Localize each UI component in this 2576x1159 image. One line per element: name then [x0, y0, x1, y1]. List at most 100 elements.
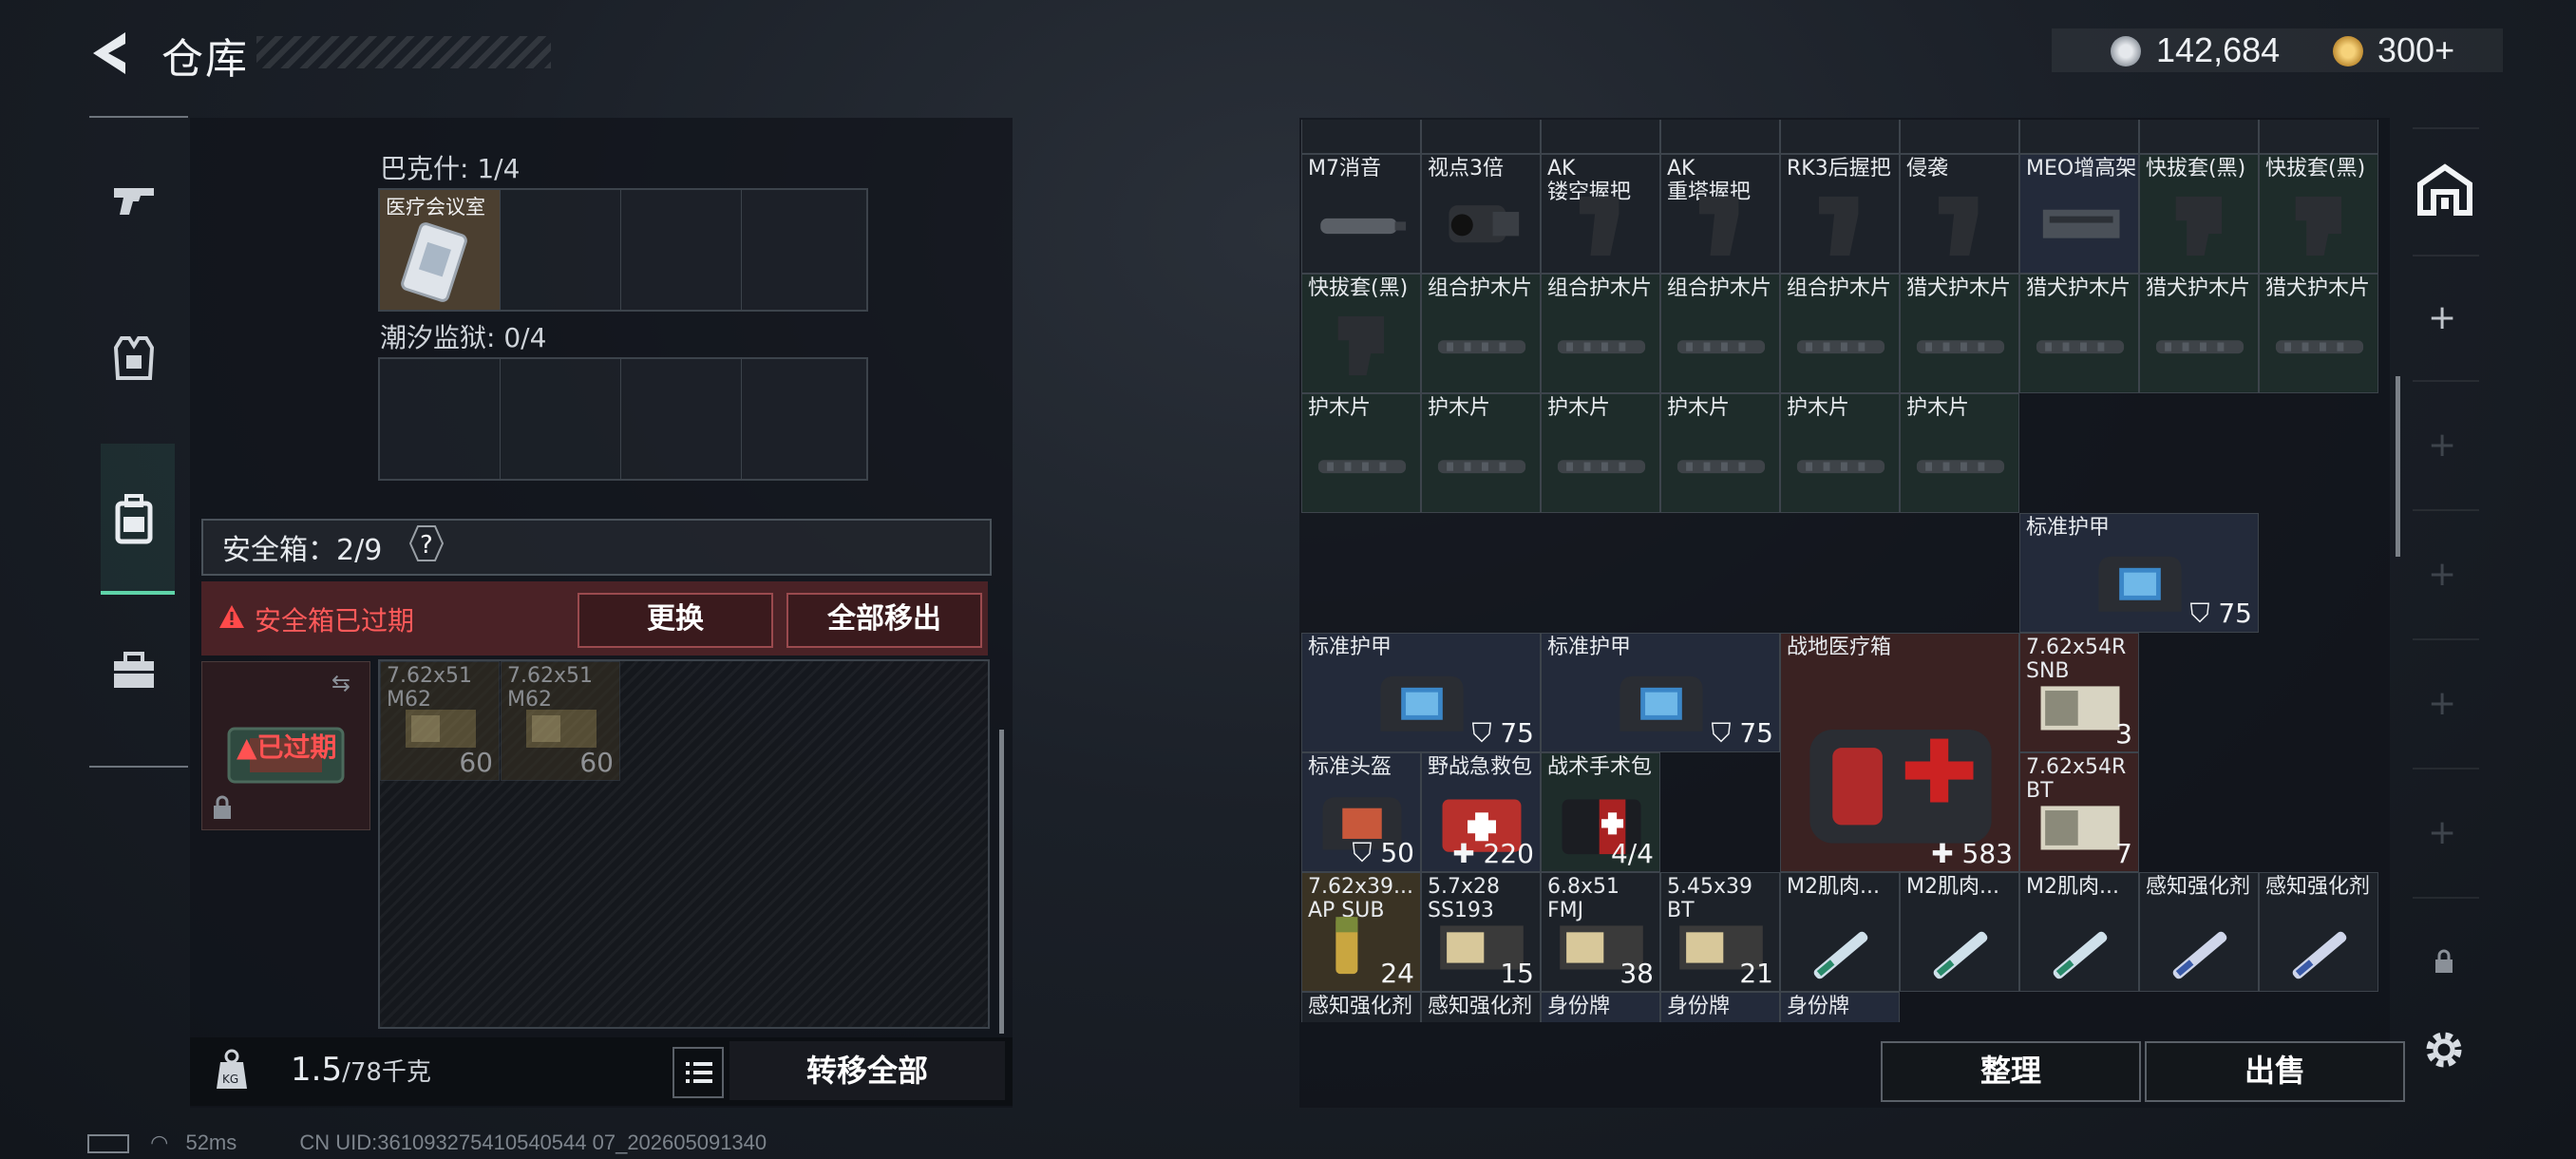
empty-slot[interactable] [742, 190, 862, 310]
inventory-item[interactable]: 身份牌 [1780, 992, 1900, 1022]
scrollbar[interactable] [999, 730, 1004, 1034]
inventory-item[interactable]: 战术手术包 4/4 [1541, 752, 1660, 872]
inventory-item[interactable]: 7.62x54R SNB 3 [2019, 633, 2139, 752]
inventory-item[interactable]: 护木片 [1301, 393, 1421, 513]
inventory-item[interactable]: M2肌肉... [1900, 872, 2019, 992]
item-name: MEO增高架 [2026, 157, 2137, 180]
tab-equipment[interactable] [91, 285, 177, 428]
inventory-item[interactable]: 标准护甲 ⛉ 75 [1541, 633, 1780, 752]
safebox-item[interactable]: ▲已过期 ⇆ [201, 661, 370, 830]
safebox-capacity: 安全箱：2/9 [222, 534, 383, 567]
tab-container[interactable] [91, 445, 177, 587]
item-name: M7消音 [1308, 157, 1381, 180]
inventory-item[interactable] [1660, 120, 1780, 154]
back-arrow-icon[interactable] [87, 28, 137, 78]
inventory-item[interactable] [1301, 120, 1421, 154]
inventory-item[interactable]: 猎犬护木片 [2259, 274, 2378, 393]
ammo-item[interactable]: 7.62x51 M62 60 [501, 661, 620, 781]
inventory-item[interactable]: M2肌肉... [1780, 872, 1900, 992]
help-icon[interactable]: ? [408, 524, 445, 562]
transfer-all-button[interactable]: 转移全部 [729, 1041, 1005, 1100]
gold-amount[interactable]: 300+ [2377, 30, 2454, 70]
inventory-item[interactable]: 身份牌 [1660, 992, 1780, 1022]
inventory-item[interactable] [1780, 120, 1900, 154]
inventory-item[interactable]: 标准护甲 ⛉ 75 [2019, 513, 2259, 633]
ammo-item[interactable]: 7.62x51 M62 60 [380, 661, 500, 781]
add-storage-icon[interactable]: + [2428, 428, 2456, 463]
item-quantity: 7 [2115, 838, 2132, 869]
inventory-item[interactable]: 组合护木片 [1541, 274, 1660, 393]
empty-slot[interactable] [621, 359, 742, 479]
inventory-item[interactable]: 感知强化剂 [2259, 872, 2378, 992]
inventory-item[interactable] [2019, 120, 2139, 154]
replace-button[interactable]: 更换 [578, 593, 773, 648]
inventory-item[interactable]: M2肌肉... [2019, 872, 2139, 992]
item-icon [1938, 197, 1979, 256]
inventory-item[interactable]: 标准头盔 ⛉ 50 [1301, 752, 1421, 872]
inventory-item[interactable]: 组合护木片 [1421, 274, 1541, 393]
inventory-item[interactable]: AK 镂空握把 [1541, 154, 1660, 274]
inventory-item[interactable] [1421, 120, 1541, 154]
inventory-item[interactable]: 侵袭 [1900, 154, 2019, 274]
inventory-item[interactable]: 快拔套(黑) [2259, 154, 2378, 274]
inventory-item[interactable]: 护木片 [1660, 393, 1780, 513]
inventory-item[interactable]: 护木片 [1900, 393, 2019, 513]
inventory-item[interactable]: 视点3倍 [1421, 154, 1541, 274]
item-quantity: ✚ 220 [1452, 838, 1534, 869]
empty-slot[interactable] [501, 190, 621, 310]
warehouse-icon[interactable] [2416, 163, 2473, 217]
inventory-item[interactable]: 5.45x39 BT 21 [1660, 872, 1780, 992]
inventory-item[interactable]: 猎犬护木片 [2019, 274, 2139, 393]
swap-icon[interactable]: ⇆ [331, 670, 350, 696]
add-storage-icon[interactable]: + [2428, 687, 2456, 721]
inventory-item[interactable]: AK 重塔握把 [1660, 154, 1780, 274]
inventory-item[interactable]: 感知强化剂 [2139, 872, 2259, 992]
scrollbar[interactable] [2396, 376, 2400, 557]
inventory-item[interactable]: 5.7x28 SS193 15 [1421, 872, 1541, 992]
inventory-item[interactable] [2139, 120, 2259, 154]
inventory-item[interactable]: 感知强化剂 [1421, 992, 1541, 1022]
divider [2413, 768, 2479, 770]
empty-slot[interactable] [501, 359, 621, 479]
sell-button[interactable]: 出售 [2145, 1041, 2405, 1102]
inventory-item[interactable]: MEO增高架 [2019, 154, 2139, 274]
inventory-item[interactable]: 猎犬护木片 [1900, 274, 2019, 393]
list-icon[interactable] [672, 1047, 724, 1098]
inventory-item[interactable]: 7.62x54R BT 7 [2019, 752, 2139, 872]
empty-slot[interactable] [742, 359, 862, 479]
inventory-item[interactable]: 组合护木片 [1780, 274, 1900, 393]
inventory-item[interactable]: 护木片 [1780, 393, 1900, 513]
add-storage-icon[interactable]: + [2428, 301, 2456, 335]
item-medical-room-key[interactable]: 医疗会议室 [380, 190, 501, 310]
inventory-item[interactable]: 快拔套(黑) [2139, 154, 2259, 274]
inventory-item[interactable] [1900, 120, 2019, 154]
item-icon [1796, 340, 1885, 354]
inventory-item[interactable]: 7.62x39... AP SUB 24 [1301, 872, 1421, 992]
add-storage-icon[interactable]: + [2428, 816, 2456, 850]
inventory-item[interactable] [1541, 120, 1660, 154]
inventory-item[interactable]: M7消音 [1301, 154, 1421, 274]
remove-all-button[interactable]: 全部移出 [786, 593, 982, 648]
sort-button[interactable]: 整理 [1881, 1041, 2141, 1102]
tab-weapons[interactable] [91, 131, 177, 274]
settings-gear-icon[interactable] [2420, 1026, 2468, 1074]
empty-slot[interactable] [621, 190, 742, 310]
inventory-item[interactable]: 战地医疗箱 ✚ 583 [1780, 633, 2019, 872]
item-icon [2275, 340, 2364, 354]
item-icon [1437, 460, 1526, 474]
inventory-item[interactable]: 护木片 [1421, 393, 1541, 513]
inventory-item[interactable]: 6.8x51 FMJ 38 [1541, 872, 1660, 992]
inventory-item[interactable]: RK3后握把 [1780, 154, 1900, 274]
inventory-item[interactable]: 快拔套(黑) [1301, 274, 1421, 393]
inventory-item[interactable]: 猎犬护木片 [2139, 274, 2259, 393]
tab-case[interactable] [91, 602, 177, 745]
inventory-item[interactable]: 标准护甲 ⛉ 75 [1301, 633, 1541, 752]
inventory-item[interactable] [2259, 120, 2378, 154]
inventory-item[interactable]: 感知强化剂 [1301, 992, 1421, 1022]
inventory-item[interactable]: 护木片 [1541, 393, 1660, 513]
add-storage-icon[interactable]: + [2428, 558, 2456, 592]
inventory-item[interactable]: 身份牌 [1541, 992, 1660, 1022]
inventory-item[interactable]: 野战急救包 ✚ 220 [1421, 752, 1541, 872]
empty-slot[interactable] [380, 359, 501, 479]
inventory-item[interactable]: 组合护木片 [1660, 274, 1780, 393]
